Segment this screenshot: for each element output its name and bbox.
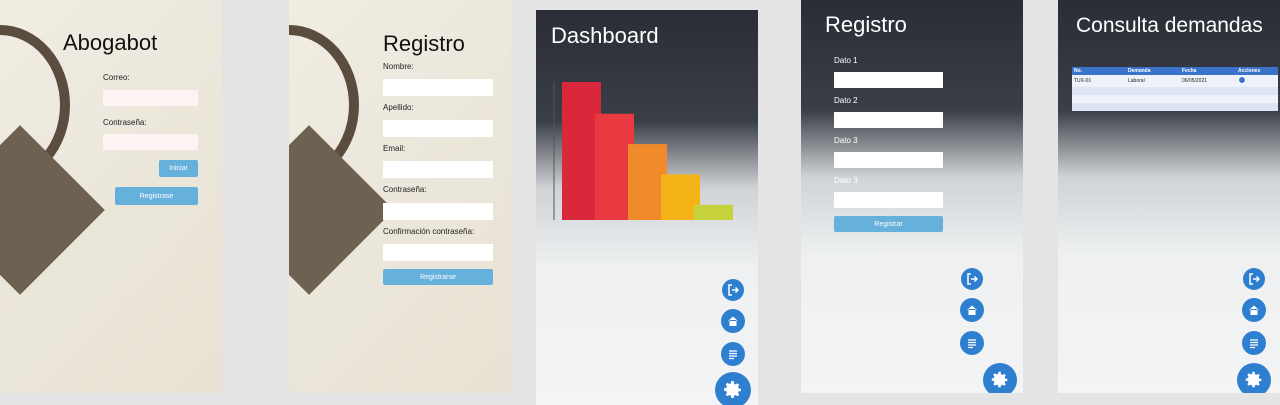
- cell-date: 06/05/2021: [1180, 75, 1236, 87]
- cell-date: [1180, 103, 1236, 111]
- list-icon: [729, 350, 737, 360]
- home-icon: [967, 305, 977, 315]
- cell-number: [1072, 103, 1126, 111]
- record-submit-button[interactable]: Registrar: [834, 216, 943, 232]
- dashboard-screen: Dashboard: [536, 10, 758, 405]
- field-input-1[interactable]: [834, 72, 943, 88]
- password-label: Contraseña:: [383, 185, 427, 194]
- confirm-password-field[interactable]: [383, 244, 493, 261]
- table-row: [1072, 87, 1278, 95]
- logout-button[interactable]: [961, 268, 983, 290]
- view-action-icon[interactable]: [1238, 76, 1246, 84]
- lastname-field[interactable]: [383, 120, 493, 137]
- page-title: Consulta demandas: [1076, 14, 1263, 37]
- field-label-2: Dato 2: [834, 96, 858, 105]
- app-title: Abogabot: [63, 30, 158, 55]
- password-field[interactable]: [383, 203, 493, 220]
- name-field[interactable]: [383, 79, 493, 96]
- email-label: Correo:: [103, 73, 130, 82]
- home-button[interactable]: [721, 309, 745, 333]
- logout-button[interactable]: [722, 279, 744, 301]
- settings-button[interactable]: [1237, 363, 1271, 393]
- page-title: Dashboard: [551, 23, 659, 48]
- logout-icon: [967, 273, 979, 285]
- column-header-date: Fecha: [1180, 67, 1236, 75]
- login-screen: Abogabot Correo: Contraseña: Iniciar Reg…: [0, 0, 222, 393]
- cell-number: [1072, 87, 1126, 95]
- list-icon: [968, 339, 976, 349]
- chart-bar: [694, 204, 733, 220]
- record-screen: Registro Dato 1 Dato 2 Dato 3 Dato 3 Reg…: [801, 0, 1023, 393]
- password-label: Contraseña:: [103, 118, 147, 127]
- demands-table: No. Demanda Fecha Acciones TUX-01 Labora…: [1072, 67, 1278, 111]
- column-header-demand: Demanda: [1126, 67, 1180, 75]
- field-input-2[interactable]: [834, 112, 943, 128]
- list-button[interactable]: [721, 342, 745, 366]
- signup-screen: Registro Nombre: Apellido: Email: Contra…: [289, 0, 511, 393]
- list-button[interactable]: [960, 331, 984, 355]
- table-row: [1072, 95, 1278, 103]
- page-title: Registro: [825, 12, 907, 37]
- home-button[interactable]: [960, 298, 984, 322]
- cell-demand: [1126, 87, 1180, 95]
- gear-icon: [991, 371, 1008, 388]
- field-label-4: Dato 3: [834, 176, 858, 185]
- cell-demand: [1126, 103, 1180, 111]
- email-label: Email:: [383, 144, 406, 153]
- password-field[interactable]: [103, 134, 198, 150]
- cell-demand: Laboral: [1126, 75, 1180, 87]
- query-screen: Consulta demandas No. Demanda Fecha Acci…: [1058, 0, 1280, 393]
- column-header-actions: Acciones: [1236, 67, 1278, 75]
- field-label-1: Dato 1: [834, 56, 858, 65]
- cell-demand: [1126, 95, 1180, 103]
- cell-actions: [1236, 103, 1278, 111]
- cell-number: [1072, 95, 1126, 103]
- register-button[interactable]: Registrase: [115, 187, 198, 205]
- signup-button[interactable]: Registrarse: [383, 269, 493, 285]
- logout-button[interactable]: [1243, 268, 1265, 290]
- login-button[interactable]: Iniciar: [159, 160, 198, 177]
- page-title: Registro: [383, 31, 465, 56]
- cell-actions: [1236, 75, 1278, 87]
- table-row: TUX-01 Laboral 06/05/2021: [1072, 75, 1278, 87]
- field-label-3: Dato 3: [834, 136, 858, 145]
- email-field[interactable]: [383, 161, 493, 178]
- settings-button[interactable]: [983, 363, 1017, 393]
- column-header-number: No.: [1072, 67, 1126, 75]
- confirm-password-label: Confirmación contraseña:: [383, 227, 475, 236]
- cell-date: [1180, 95, 1236, 103]
- logout-icon: [728, 284, 740, 296]
- home-icon: [1249, 305, 1259, 315]
- cell-actions: [1236, 95, 1278, 103]
- settings-button[interactable]: [715, 372, 751, 405]
- list-button[interactable]: [1242, 331, 1266, 355]
- name-label: Nombre:: [383, 62, 414, 71]
- field-input-3[interactable]: [834, 152, 943, 168]
- gear-icon: [1245, 371, 1262, 388]
- lastname-label: Apellido:: [383, 103, 414, 112]
- list-icon: [1250, 339, 1258, 349]
- home-button[interactable]: [1242, 298, 1266, 322]
- cell-number: TUX-01: [1072, 75, 1126, 87]
- table-row: [1072, 103, 1278, 111]
- gear-icon: [724, 381, 741, 398]
- home-icon: [728, 316, 738, 326]
- cell-actions: [1236, 87, 1278, 95]
- field-input-4[interactable]: [834, 192, 943, 208]
- logout-icon: [1249, 273, 1261, 285]
- bar-chart: [553, 82, 733, 220]
- email-field[interactable]: [103, 90, 198, 106]
- cell-date: [1180, 87, 1236, 95]
